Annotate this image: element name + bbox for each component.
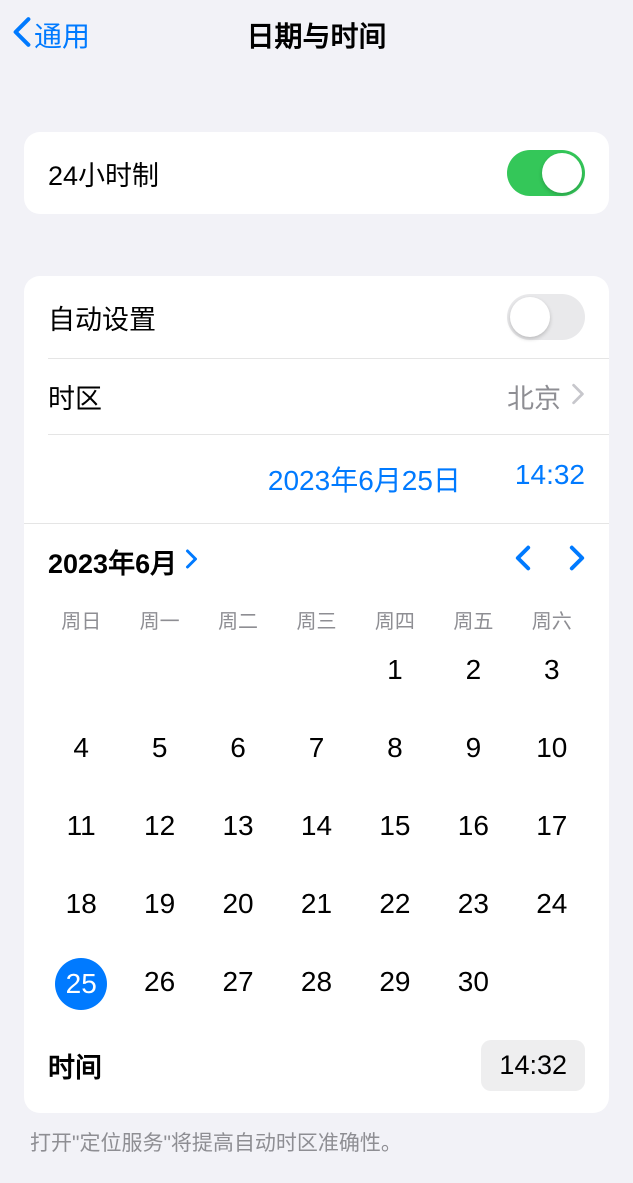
chevron-right-icon xyxy=(571,381,585,412)
auto-set-label: 自动设置 xyxy=(48,298,156,337)
format-section: 24小时制 xyxy=(24,132,609,214)
calendar-day[interactable]: 4 xyxy=(42,724,120,772)
next-month-button[interactable] xyxy=(569,545,585,579)
weekday-label: 周五 xyxy=(434,605,512,634)
weekday-label: 周六 xyxy=(513,605,591,634)
calendar-day[interactable]: 26 xyxy=(120,958,198,1006)
format-24h-toggle[interactable] xyxy=(507,150,585,196)
calendar-day[interactable]: 19 xyxy=(120,880,198,928)
month-nav xyxy=(515,545,585,579)
calendar-grid: 1234567891011121314151617181920212223242… xyxy=(24,642,609,1022)
weekday-label: 周一 xyxy=(120,605,198,634)
toggle-knob xyxy=(542,153,582,193)
month-label: 2023年6月 xyxy=(48,542,177,581)
chevron-right-icon xyxy=(185,549,198,575)
calendar-day[interactable]: 7 xyxy=(277,724,355,772)
page-title: 日期与时间 xyxy=(246,15,386,55)
calendar-day[interactable]: 20 xyxy=(199,880,277,928)
calendar-day[interactable]: 25 xyxy=(55,958,107,1010)
calendar-day[interactable]: 10 xyxy=(513,724,591,772)
calendar-day[interactable]: 24 xyxy=(513,880,591,928)
calendar-day[interactable]: 9 xyxy=(434,724,512,772)
back-button[interactable]: 通用 xyxy=(0,15,90,55)
timezone-row[interactable]: 时区 北京 xyxy=(24,359,609,434)
calendar-day[interactable]: 2 xyxy=(434,646,512,694)
weekday-label: 周二 xyxy=(199,605,277,634)
back-label: 通用 xyxy=(34,15,90,55)
time-row: 时间 14:32 xyxy=(24,1022,609,1113)
auto-set-toggle[interactable] xyxy=(507,294,585,340)
timezone-value-wrapper: 北京 xyxy=(507,377,585,416)
calendar-day[interactable]: 30 xyxy=(434,958,512,1006)
calendar-header: 2023年6月 xyxy=(24,524,609,591)
chevron-left-icon xyxy=(12,16,32,54)
calendar-day[interactable]: 18 xyxy=(42,880,120,928)
month-picker[interactable]: 2023年6月 xyxy=(48,542,198,581)
time-label: 时间 xyxy=(48,1046,102,1085)
calendar-day[interactable]: 29 xyxy=(356,958,434,1006)
toggle-knob xyxy=(510,297,550,337)
calendar-day[interactable]: 27 xyxy=(199,958,277,1006)
calendar-blank xyxy=(42,646,120,694)
calendar-day[interactable]: 1 xyxy=(356,646,434,694)
footer-note: 打开"定位服务"将提高自动时区准确性。 xyxy=(0,1113,633,1171)
weekday-label: 周日 xyxy=(42,605,120,634)
calendar-blank xyxy=(120,646,198,694)
weekday-label: 周四 xyxy=(356,605,434,634)
timezone-label: 时区 xyxy=(48,377,102,416)
datetime-display-row: 2023年6月25日 14:32 xyxy=(24,435,609,523)
calendar-day[interactable]: 28 xyxy=(277,958,355,1006)
calendar-day[interactable]: 13 xyxy=(199,802,277,850)
calendar-day[interactable]: 23 xyxy=(434,880,512,928)
header: 通用 日期与时间 xyxy=(0,0,633,70)
format-24h-row: 24小时制 xyxy=(24,132,609,214)
calendar-day[interactable]: 16 xyxy=(434,802,512,850)
auto-set-row: 自动设置 xyxy=(24,276,609,358)
calendar-blank xyxy=(277,646,355,694)
calendar-day[interactable]: 6 xyxy=(199,724,277,772)
calendar-day[interactable]: 22 xyxy=(356,880,434,928)
calendar-day[interactable]: 12 xyxy=(120,802,198,850)
calendar-day[interactable]: 14 xyxy=(277,802,355,850)
calendar-day[interactable]: 15 xyxy=(356,802,434,850)
date-display[interactable]: 2023年6月25日 xyxy=(268,459,461,499)
calendar-day[interactable]: 21 xyxy=(277,880,355,928)
calendar-day[interactable]: 11 xyxy=(42,802,120,850)
format-24h-label: 24小时制 xyxy=(48,154,159,193)
calendar-day[interactable]: 17 xyxy=(513,802,591,850)
prev-month-button[interactable] xyxy=(515,545,531,579)
time-picker-button[interactable]: 14:32 xyxy=(481,1040,585,1091)
calendar-day[interactable]: 3 xyxy=(513,646,591,694)
weekday-header: 周日周一周二周三周四周五周六 xyxy=(24,591,609,642)
timezone-value: 北京 xyxy=(507,377,561,416)
calendar-blank xyxy=(199,646,277,694)
weekday-label: 周三 xyxy=(277,605,355,634)
calendar-day[interactable]: 5 xyxy=(120,724,198,772)
calendar-day[interactable]: 8 xyxy=(356,724,434,772)
time-display[interactable]: 14:32 xyxy=(515,459,585,499)
datetime-section: 自动设置 时区 北京 2023年6月25日 14:32 2023年6月 xyxy=(24,276,609,1113)
